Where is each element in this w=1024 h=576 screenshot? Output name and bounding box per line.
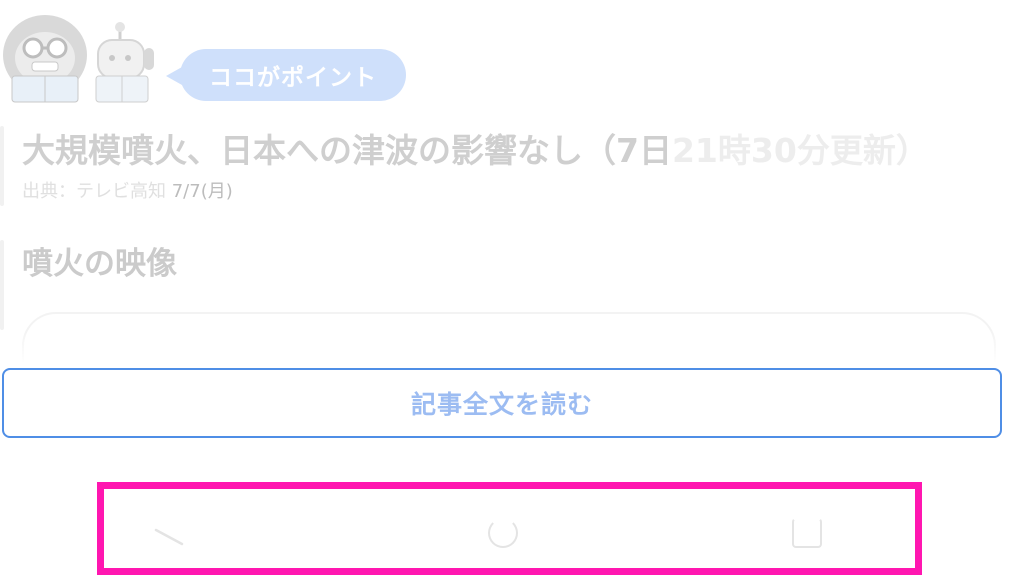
headline-accent-bar: [0, 126, 4, 206]
article-source: 出典：テレビ高知 7/7(月): [22, 177, 233, 203]
headline-tail: 21時30分更新）: [671, 131, 929, 170]
nav-back-icon[interactable]: [152, 520, 188, 550]
article-headline[interactable]: 大規模噴火、日本への津波の影響なし（7日21時30分更新）: [22, 124, 1004, 172]
mascot-illustration: [0, 10, 175, 108]
mascot-gorilla-icon: [3, 15, 154, 103]
point-badge-label: ココがポイント: [209, 65, 377, 91]
point-badge: ココがポイント: [166, 49, 406, 101]
source-date: 7/7(月): [171, 181, 233, 202]
headline-main: 大規模噴火、日本への津波の影響なし（7日: [22, 131, 672, 170]
nav-home-icon[interactable]: [488, 518, 518, 548]
video-section-title: 噴火の映像: [22, 246, 177, 282]
source-name: 出典：テレビ高知: [22, 181, 166, 202]
read-full-article-button[interactable]: 記事全文を読む: [2, 368, 1002, 438]
section-accent-bar: [0, 240, 4, 330]
nav-recent-icon[interactable]: [792, 518, 822, 548]
